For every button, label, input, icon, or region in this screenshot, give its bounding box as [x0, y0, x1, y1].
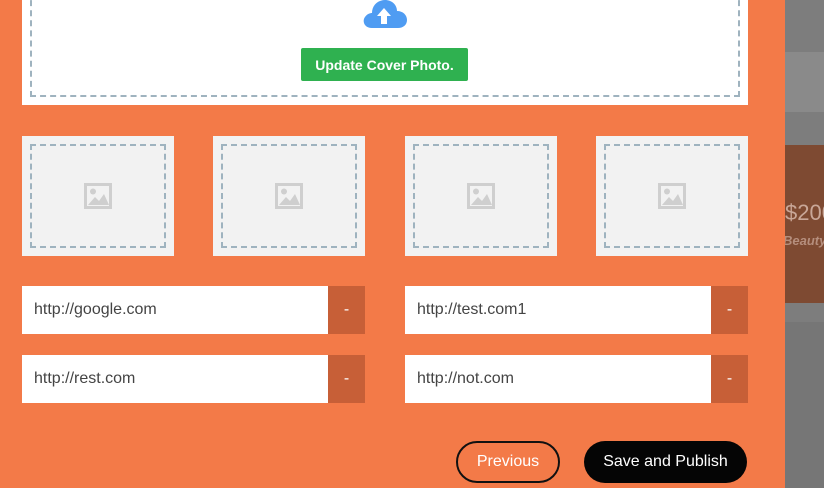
link-input-2[interactable] — [405, 286, 711, 334]
gallery-slot-border — [604, 144, 740, 248]
save-and-publish-button[interactable]: Save and Publish — [584, 441, 747, 483]
background-bottom — [785, 322, 824, 488]
background-tag: Beauty — [785, 233, 824, 248]
remove-link-button-3[interactable]: - — [328, 355, 365, 403]
link-row-4: - — [405, 355, 748, 403]
previous-button[interactable]: Previous — [456, 441, 560, 483]
remove-link-button-4[interactable]: - — [711, 355, 748, 403]
gallery-image-slot-2[interactable] — [213, 136, 365, 256]
background-page: $200 Beauty — [785, 0, 824, 488]
edit-listing-modal: Update Cover Photo. http://google.com - … — [0, 0, 785, 488]
link-input-4[interactable] — [405, 355, 711, 403]
image-placeholder-icon — [275, 183, 303, 209]
cover-photo-dropzone[interactable]: Update Cover Photo. — [22, 0, 748, 105]
cloud-upload-icon — [363, 0, 407, 28]
gallery-slot-border — [221, 144, 357, 248]
remove-link-button-1[interactable]: - — [328, 286, 365, 334]
gallery-slot-border — [30, 144, 166, 248]
link-input-3[interactable] — [22, 355, 328, 403]
image-placeholder-icon — [84, 183, 112, 209]
update-cover-photo-button[interactable]: Update Cover Photo. — [301, 48, 468, 81]
background-price: $200 — [785, 200, 824, 225]
link-row-2: - — [405, 286, 748, 334]
background-strip — [785, 52, 824, 112]
image-placeholder-icon — [658, 183, 686, 209]
gallery-slot-border — [413, 144, 549, 248]
gallery-image-slot-3[interactable] — [405, 136, 557, 256]
background-card: $200 Beauty — [785, 145, 824, 303]
link-input-1[interactable] — [22, 286, 328, 334]
link-row-3: - — [22, 355, 365, 403]
link-row-1: - — [22, 286, 365, 334]
gallery-image-slot-1[interactable] — [22, 136, 174, 256]
gallery-image-slot-4[interactable] — [596, 136, 748, 256]
remove-link-button-2[interactable]: - — [711, 286, 748, 334]
image-placeholder-icon — [467, 183, 495, 209]
